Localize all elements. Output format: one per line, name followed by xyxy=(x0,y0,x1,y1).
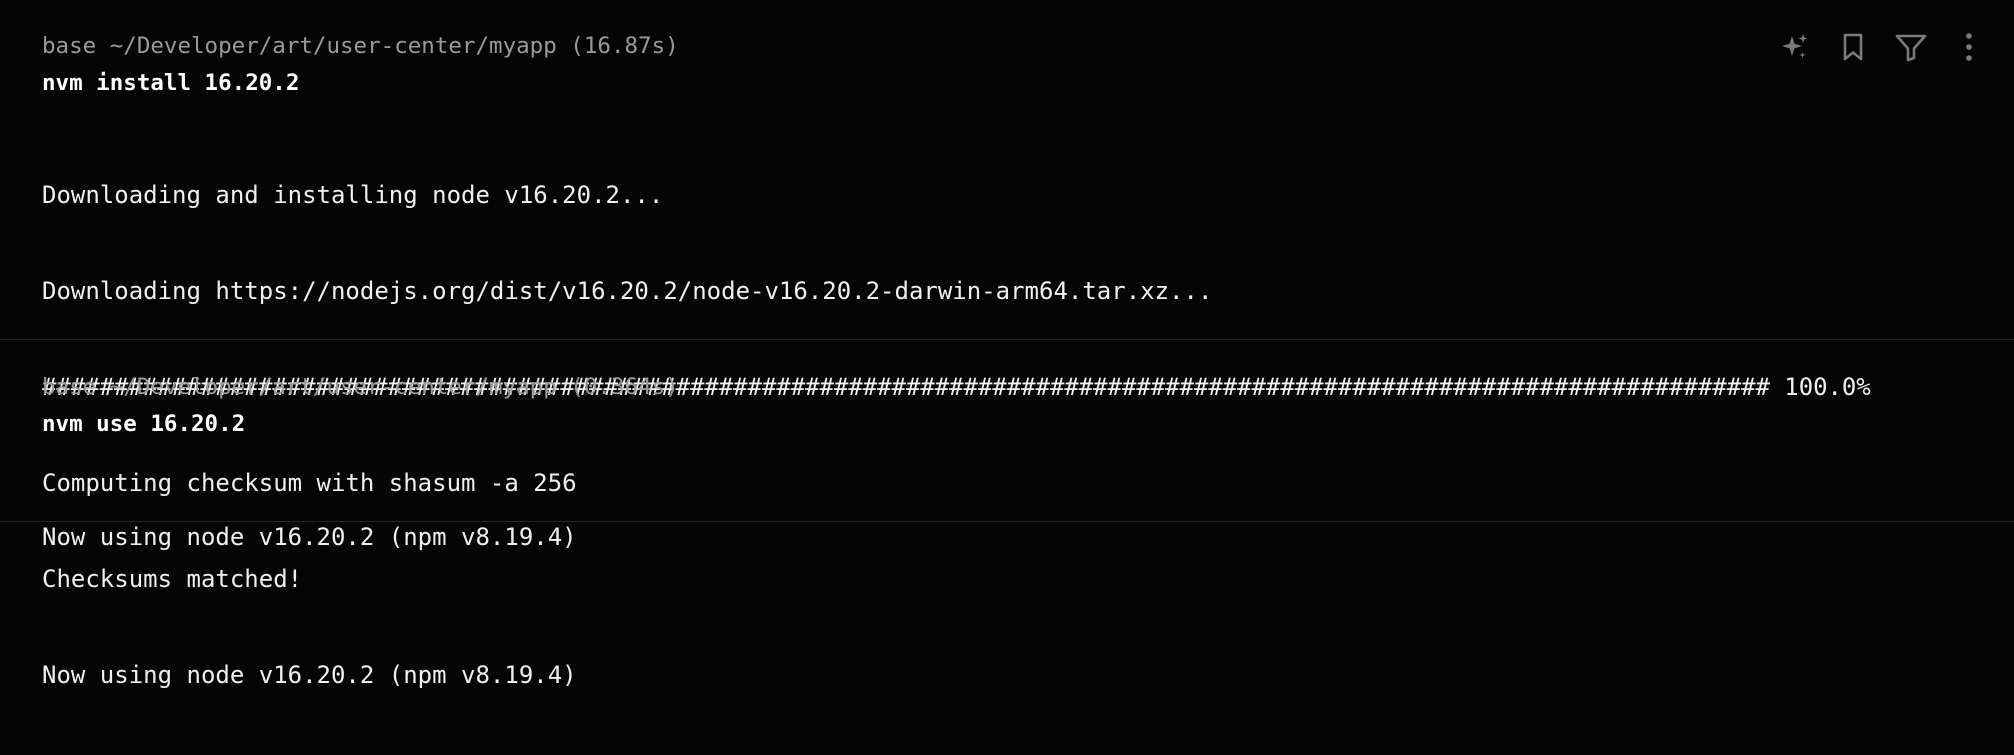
block-toolbar xyxy=(1766,24,1998,70)
block-command: nvm use 16.20.2 xyxy=(42,411,246,437)
more-vertical-icon xyxy=(1966,33,1972,61)
bookmark-icon xyxy=(1843,33,1863,61)
block-prompt: base ~/Developer/art/user-center/myapp (… xyxy=(42,33,679,59)
output-line: Now using node v16.20.2 (npm v8.19.4) xyxy=(42,523,577,551)
output-line: Downloading and installing node v16.20.2… xyxy=(42,181,664,209)
command-block-2[interactable]: base ~/Developer/art/user-center/myapp (… xyxy=(0,340,2014,551)
ai-assist-button[interactable] xyxy=(1766,24,1824,70)
filter-button[interactable] xyxy=(1882,24,1940,70)
filter-icon xyxy=(1895,34,1927,62)
more-options-button[interactable] xyxy=(1940,24,1998,70)
sparkle-icon xyxy=(1782,34,1808,58)
output-line: Downloading https://nodejs.org/dist/v16.… xyxy=(42,277,1213,305)
block-prompt: base ~/Developer/art/user-center/myapp (… xyxy=(42,374,679,400)
block-output: Now using node v16.20.2 (npm v8.19.4) xyxy=(42,457,577,617)
block-command: nvm install 16.20.2 xyxy=(42,70,300,96)
output-line: Now using node v16.20.2 (npm v8.19.4) xyxy=(42,661,577,689)
command-block-1[interactable]: base ~/Developer/art/user-center/myapp (… xyxy=(0,0,2014,689)
bookmark-button[interactable] xyxy=(1824,24,1882,70)
